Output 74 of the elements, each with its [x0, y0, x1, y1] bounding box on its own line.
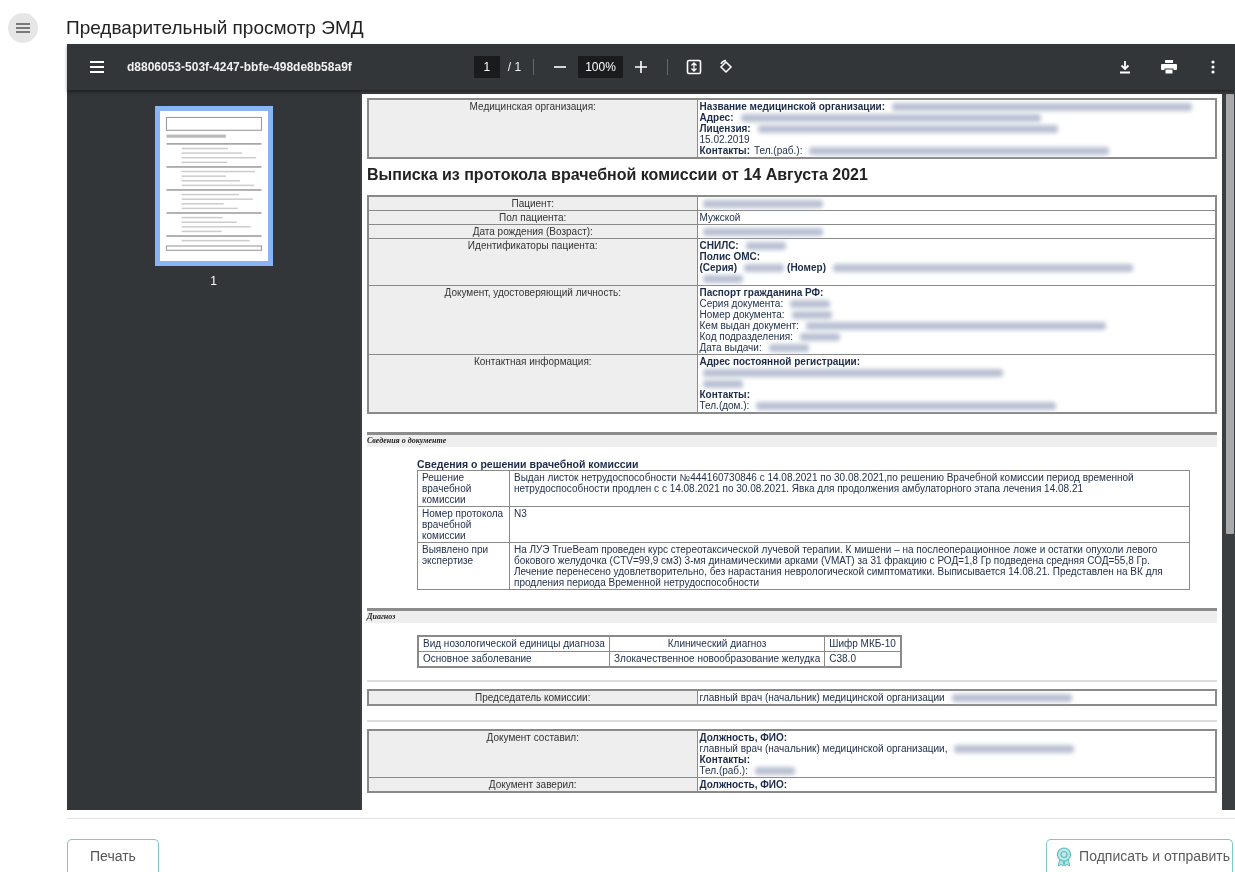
row-label: Идентификаторы пациента: [368, 238, 697, 286]
blurred-text [768, 344, 809, 353]
field-label: Паспорт гражданина РФ: [699, 287, 824, 298]
field-label: Лицензия: [699, 123, 751, 134]
field-label: Адрес постоянной регистрации: [699, 356, 861, 367]
field-label: (Номер) [787, 262, 826, 273]
blurred-text [745, 242, 786, 251]
download-icon [1118, 60, 1132, 74]
field-value: Мужской [699, 212, 741, 223]
page-thumbnail[interactable] [154, 106, 273, 266]
row-value: Выдан листок нетрудоспособности №444160730846 с 14.08.2021 по 30.08.2021,по решению Врачебной комиссии период временной нетрудоспособности продлен с с 14.08.2021 по 30.08.2021. Явка для продолжения амбулаторного этапа лечения 14.08.21 [509, 470, 1190, 507]
field-label: Полис ОМС: [699, 251, 761, 262]
row-value: N3 [509, 506, 1190, 543]
scrollbar-thumb[interactable] [1226, 94, 1234, 534]
section-header: Сведения о документе [367, 432, 1217, 447]
document-heading: Выписка из протокола врачебной комиссии от 14 Августа 2021 [367, 165, 869, 185]
field-label: Должность, ФИО: [699, 732, 788, 743]
column-header: Шифр МКБ-10 [824, 636, 901, 652]
row-label: Медицинская организация: [368, 99, 697, 158]
zoom-field[interactable]: 100% [578, 56, 623, 78]
field-label: Должность, ФИО: [699, 779, 788, 790]
fit-page-icon [685, 59, 702, 75]
section-header: Диагноз [367, 608, 1217, 623]
blurred-text [791, 311, 832, 320]
field-label: Название медицинской организации: [699, 101, 886, 112]
row-label: Номер протокола врачебной комиссии [417, 506, 510, 543]
column-header: Вид нозологической единицы диагноза [418, 636, 610, 652]
blurred-text [744, 264, 785, 273]
blurred-text [702, 380, 743, 389]
row-label: Пациент: [368, 196, 697, 211]
more-icon [1211, 60, 1215, 74]
row-label: Документ, удостоверяющий личность: [368, 285, 697, 355]
field-value: Тел.(раб.): [754, 145, 803, 156]
printer-icon [1161, 60, 1177, 74]
page-number: 1 [210, 273, 217, 290]
row-value: На ЛУЭ TrueBeam проведен курс стереотаксической лучевой терапии. К мишени – на послеоперационное ложе и остатки опухоли левого бокового желудочка (CTV=99,9 см3) 3-мя динамическими арками (VMAT) за 31 фракцию с РОД=1,8 Гр подведена средняя СОД=55,8 Гр. Лечение перенесено удовлетворительно, без нарастания неврологической симптоматики. Выписывается 14.08.21. Представлен на ВК для продления периода Временной нетрудоспособности [509, 542, 1190, 590]
field-label: (Серия) [699, 262, 738, 273]
column-header: Клинический диагноз [609, 636, 825, 652]
page-number-field[interactable]: 1 [473, 56, 500, 78]
sign-and-send-button[interactable]: Подписать и отправить [1046, 839, 1233, 872]
blurred-text [790, 300, 831, 309]
field-label: СНИЛС: [699, 240, 739, 251]
subheading: Сведения о решении врачебной комиссии [417, 459, 640, 470]
file-name: d8806053-503f-4247-bbfe-498de8b58a9f [127, 59, 352, 76]
field-label: Контакты: [699, 145, 750, 156]
field-label: Контакты: [699, 754, 750, 765]
field-value: Тел.(дом.): [699, 400, 750, 411]
field-value: главный врач (начальник) медицинской организации, [699, 743, 948, 754]
menu-icon [16, 22, 30, 34]
field-label: Адрес: [699, 112, 734, 123]
menu-icon [89, 60, 105, 74]
row-label: Решение врачебной комиссии [417, 470, 510, 507]
field-value: 15.02.2019 [699, 134, 750, 145]
row-label: Документ составил: [368, 730, 697, 778]
field-value: Дата выдачи: [699, 342, 762, 353]
rosette-icon [1055, 846, 1074, 867]
page-title: Предварительный просмотр ЭМД [66, 16, 364, 40]
field-value: Номер документа: [699, 309, 785, 320]
page-count: / 1 [507, 59, 522, 76]
row-label: Выявлено при экспертизе [417, 542, 510, 590]
field-value: Тел.(раб.): [699, 765, 748, 776]
field-label: Контакты: [699, 389, 750, 400]
blurred-text [702, 275, 743, 284]
row-label: Контактная информация: [368, 354, 697, 413]
plus-icon [633, 60, 648, 74]
print-button[interactable]: Печать [67, 839, 159, 872]
row-label: Председатель комиссии: [368, 690, 697, 705]
field-value: Серия документа: [699, 298, 784, 309]
field-value: Код подразделения: [699, 331, 793, 342]
field-value: Кем выдан документ: [699, 320, 799, 331]
rotate-icon [717, 59, 734, 75]
field-value: главный врач (начальник) медицинской организации [699, 692, 945, 703]
blurred-text [800, 333, 840, 342]
blurred-text [754, 767, 795, 776]
